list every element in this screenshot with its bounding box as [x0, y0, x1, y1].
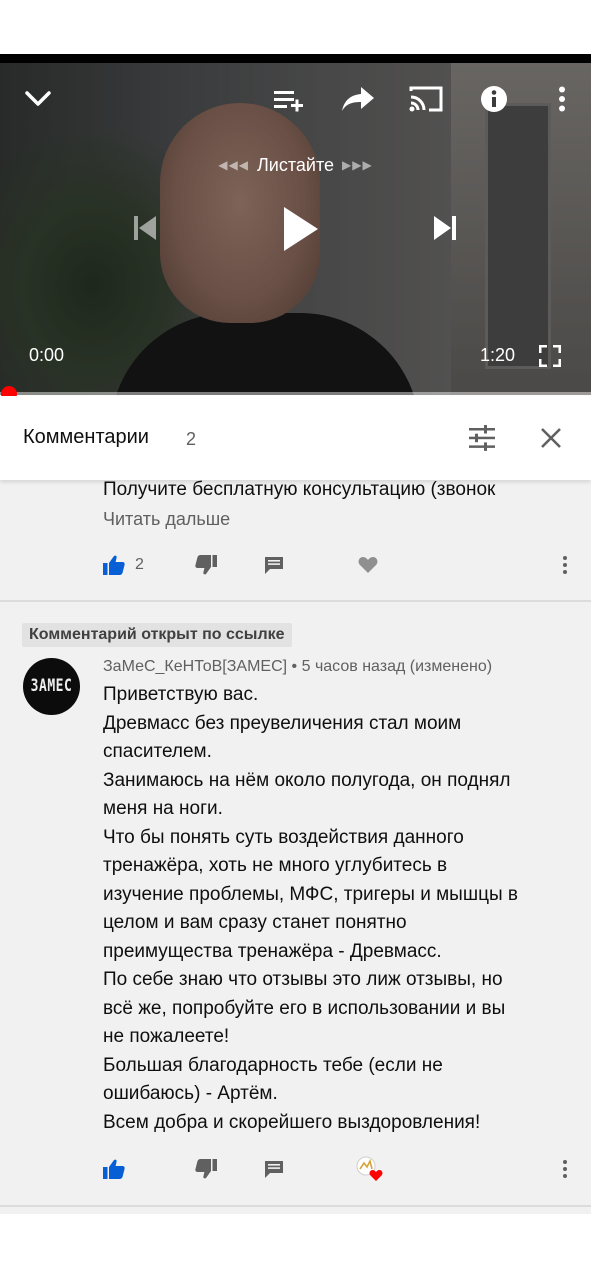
next-icon[interactable] [428, 210, 464, 246]
video-player[interactable]: ◀◀◀ Листайте ▶▶▶ 0:00 1:20 [0, 63, 591, 395]
comment-line: спасителем. [103, 741, 212, 762]
comment-line: изучение проблемы, МФС, тригеры и мышцы … [103, 883, 518, 905]
player-top-edge [0, 54, 591, 63]
reply-icon [265, 1161, 283, 1178]
previous-icon[interactable] [126, 210, 162, 246]
like-button[interactable] [103, 1151, 125, 1187]
reply-icon [265, 557, 283, 574]
thumb-down-icon [195, 1159, 217, 1179]
thumb-down-icon [195, 555, 217, 575]
swipe-right-arrows: ▶▶▶ [342, 158, 373, 172]
creator-heart-button[interactable] [355, 1151, 385, 1187]
reply-button[interactable] [264, 547, 284, 583]
comments-header: Комментарии 2 [0, 396, 591, 480]
list-end [0, 1214, 591, 1280]
comment-line: Древмасс без преувеличения стал моим [103, 712, 462, 734]
comment-line: Всем добра и скорейшего выздоровления! [103, 1111, 481, 1133]
share-icon[interactable] [338, 81, 378, 117]
filter-icon[interactable] [466, 422, 498, 454]
comment-line: По себе знаю что отзывы это лиж отзывы, … [103, 969, 503, 990]
creator-heart-icon [356, 1156, 383, 1181]
play-icon[interactable] [276, 203, 324, 255]
comment-line: Что бы понять суть воздействия данного [103, 826, 464, 848]
heart-button[interactable] [358, 547, 378, 583]
reply-button[interactable] [264, 1151, 284, 1187]
comment-line: тренажёра, хоть не много углубитесь в [103, 855, 448, 876]
linked-comment-actions [0, 1151, 591, 1187]
swipe-hint: ◀◀◀ Листайте ▶▶▶ [0, 155, 591, 176]
comment-line: Большая благодарность тебе (если не [103, 1054, 443, 1076]
dislike-button[interactable] [195, 1151, 217, 1187]
comment-divider [0, 600, 591, 602]
chevron-down-icon[interactable] [20, 81, 56, 117]
comment-more-button[interactable] [558, 547, 572, 583]
comment-line: меня на ноги. [103, 798, 223, 819]
comment-line: не пожалеете! [103, 1026, 230, 1047]
swipe-left-arrows: ◀◀◀ [218, 158, 249, 172]
comment-line: Приветствую вас. [103, 684, 259, 705]
comments-title: Комментарии [23, 426, 149, 448]
more-vert-icon[interactable] [548, 82, 576, 116]
duration: 1:20 [480, 345, 516, 365]
avatar-logo-text: ЗАМЕС [30, 676, 73, 697]
comment-line: ошибаюсь) - Артём. [103, 1083, 278, 1104]
comment-body: Приветствую вас. Древмасс без преувеличе… [103, 681, 573, 1137]
linked-comment-badge: Комментарий открыт по ссылке [22, 623, 292, 647]
comment-line: целом и вам сразу станет понятно [103, 912, 407, 933]
dislike-button[interactable] [195, 547, 217, 583]
close-icon[interactable] [535, 422, 567, 454]
comment-meta: ЗаМеС_КеНТоВ[ЗАМЕС] • 5 часов назад (изм… [103, 658, 492, 676]
like-button[interactable]: 2 [103, 547, 144, 583]
comment-actions: 2 [0, 547, 591, 583]
comment-author[interactable]: ЗаМеС_КеНТоВ[ЗАМЕС] [103, 658, 287, 675]
more-vert-icon [563, 1160, 567, 1178]
comment-line: всё же, попробуйте его в использовании и… [103, 997, 506, 1019]
meta-separator: • [291, 658, 298, 675]
comments-count: 2 [186, 429, 197, 449]
info-icon[interactable] [477, 82, 511, 116]
comment-time: 5 часов назад (изменено) [301, 658, 493, 675]
add-to-queue-icon[interactable] [270, 83, 306, 117]
like-count: 2 [135, 556, 144, 573]
swipe-label: Листайте [256, 155, 335, 175]
comment-line: Занимаюсь на нём около полугода, он подн… [103, 769, 511, 791]
comment-more-button[interactable] [558, 1151, 572, 1187]
comment-line: преимущества тренажёра - Древмасс. [103, 940, 442, 962]
read-more-link[interactable]: Читать дальше [103, 509, 230, 530]
current-time: 0:00 [29, 345, 65, 365]
thumb-up-icon [103, 1159, 125, 1179]
more-vert-icon [563, 556, 567, 574]
comment-text-tail: Получите бесплатную консультацию (звонок [103, 479, 496, 500]
heart-icon [358, 557, 378, 573]
fullscreen-icon[interactable] [536, 342, 564, 370]
comment-divider [0, 1205, 591, 1207]
cast-icon[interactable] [406, 81, 446, 117]
thumb-up-icon [103, 555, 125, 575]
status-area [0, 0, 591, 54]
avatar[interactable]: ЗАМЕС [23, 658, 80, 715]
